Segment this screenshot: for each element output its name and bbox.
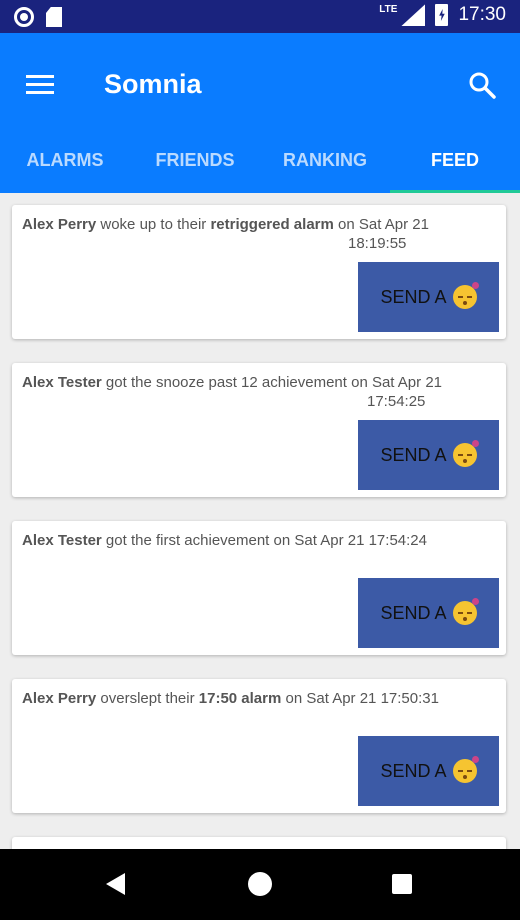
feed-card-partial xyxy=(12,837,506,849)
tab-bar: ALARMS FRIENDS RANKING FEED xyxy=(0,130,520,193)
send-emoji-button[interactable]: SEND A xyxy=(358,420,499,490)
tab-feed[interactable]: FEED xyxy=(390,130,520,193)
feed-card: Alex Tester got the first achievement on… xyxy=(12,521,506,655)
feed-card: Alex Perry woke up to their retriggered … xyxy=(12,205,506,339)
tab-ranking[interactable]: RANKING xyxy=(260,130,390,193)
network-type: LTE xyxy=(379,4,398,15)
feed-user[interactable]: Alex Tester xyxy=(22,374,102,391)
recent-apps-icon[interactable] xyxy=(392,874,412,894)
sleeping-face-emoji-icon xyxy=(452,756,479,783)
feed-user[interactable]: Alex Perry xyxy=(22,690,96,707)
battery-charging-icon xyxy=(435,4,449,26)
tab-friends[interactable]: FRIENDS xyxy=(130,130,260,193)
send-emoji-button[interactable]: SEND A xyxy=(358,736,499,806)
send-emoji-button[interactable]: SEND A xyxy=(358,262,499,332)
feed-card-text: Alex Tester got the snooze past 12 achie… xyxy=(22,374,442,410)
status-bar: LTE 17:30 xyxy=(0,0,520,33)
sleeping-face-emoji-icon xyxy=(452,282,479,309)
signal-icon xyxy=(401,4,426,26)
feed-card-text: Alex Tester got the first achievement on… xyxy=(22,532,427,549)
home-icon[interactable] xyxy=(248,872,272,896)
tab-alarms[interactable]: ALARMS xyxy=(0,130,130,193)
feed-user[interactable]: Alex Perry xyxy=(22,216,96,233)
app-title: Somnia xyxy=(104,69,202,99)
feed-card-text: Alex Perry overslept their 17:50 alarm o… xyxy=(22,690,439,707)
send-emoji-button[interactable]: SEND A xyxy=(358,578,499,648)
app-bar: Somnia ALARMS FRIENDS RANKING FEED xyxy=(0,33,520,193)
feed-card: Alex Tester got the snooze past 12 achie… xyxy=(12,363,506,497)
status-time: 17:30 xyxy=(458,4,506,25)
feed-card: Alex Perry overslept their 17:50 alarm o… xyxy=(12,679,506,813)
hamburger-menu-icon[interactable] xyxy=(26,75,54,95)
search-icon[interactable] xyxy=(468,71,496,99)
system-nav-bar xyxy=(0,849,520,920)
sleeping-face-emoji-icon xyxy=(452,598,479,625)
feed-list[interactable]: Alex Perry woke up to their retriggered … xyxy=(0,193,520,849)
notification-circle-icon xyxy=(14,7,34,27)
back-icon[interactable] xyxy=(106,873,125,895)
feed-card-text: Alex Perry woke up to their retriggered … xyxy=(22,216,429,252)
sleeping-face-emoji-icon xyxy=(452,440,479,467)
feed-user[interactable]: Alex Tester xyxy=(22,532,102,549)
sd-card-icon xyxy=(46,7,62,27)
